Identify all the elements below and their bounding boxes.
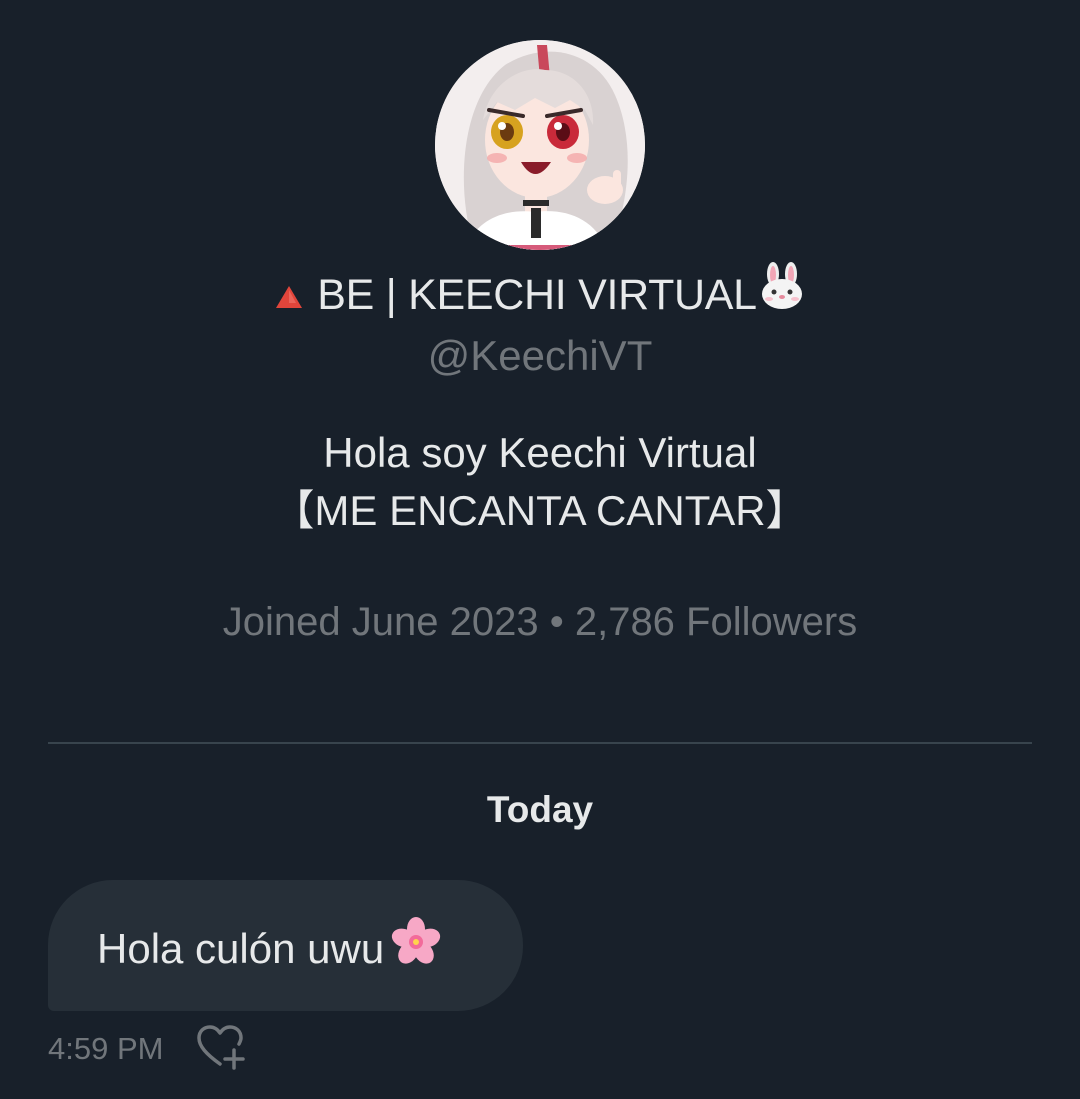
cherry-blossom-icon xyxy=(390,916,442,980)
avatar-illustration xyxy=(435,40,645,250)
add-reaction-heart-icon[interactable] xyxy=(196,1024,248,1072)
message-text: Hola culón uwu xyxy=(97,925,385,973)
message-content: Hola culón uwu xyxy=(97,917,442,984)
divider xyxy=(48,742,1032,744)
profile-bio: Hola soy Keechi Virtual 【ME ENCANTA CANT… xyxy=(0,424,1080,540)
bio-line: 【ME ENCANTA CANTAR】 xyxy=(272,487,808,534)
message-timestamp: 4:59 PM xyxy=(48,1031,164,1066)
bio-line: Hola soy Keechi Virtual xyxy=(323,429,757,476)
profile-avatar[interactable] xyxy=(435,40,645,250)
display-name-text: BE | KEECHI VIRTUAL xyxy=(317,271,757,319)
received-message-bubble[interactable]: Hola culón uwu xyxy=(48,880,523,1011)
rabbit-face-icon xyxy=(759,262,805,325)
date-separator: Today xyxy=(486,789,594,830)
profile-handle[interactable]: @KeechiVT xyxy=(0,330,1080,382)
dm-conversation-screen: BE | KEECHI VIRTUAL @KeechiVT Hola soy K… xyxy=(0,0,1080,1099)
profile-display-name: BE | KEECHI VIRTUAL xyxy=(0,262,1080,329)
profile-meta: Joined June 2023 • 2,786 Followers xyxy=(222,600,858,644)
red-triangle-icon xyxy=(275,266,303,324)
